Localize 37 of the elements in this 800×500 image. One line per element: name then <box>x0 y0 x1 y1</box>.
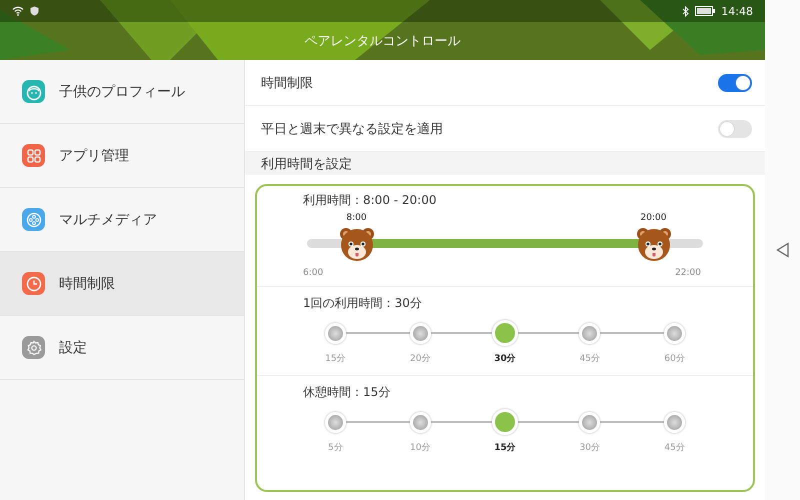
step-label: 10分 <box>410 442 430 454</box>
axis-label: 6:00 <box>303 268 324 278</box>
range-title: 利用時間：8:00 - 20:00 <box>303 192 438 209</box>
step-stop[interactable] <box>492 320 518 346</box>
step-label: 15分 <box>325 352 346 365</box>
axis-label: 22:00 <box>675 268 701 278</box>
bear-slider-handle[interactable] <box>338 225 376 263</box>
toggle-switch[interactable] <box>718 120 752 138</box>
thumb-value: 20:00 <box>640 213 666 223</box>
battery-icon <box>695 6 716 16</box>
sidebar-item[interactable]: 設定 <box>0 316 244 380</box>
step-label: 20分 <box>410 352 430 365</box>
toggle-switch[interactable] <box>718 74 752 92</box>
sidebar-item[interactable]: アプリ管理 <box>0 124 244 188</box>
slider-title: 1回の利用時間：30分 <box>303 295 423 312</box>
sidebar-item[interactable]: 時間制限 <box>0 252 244 316</box>
step-label: 30分 <box>580 442 600 454</box>
back-icon[interactable] <box>776 242 790 258</box>
step-label: 5分 <box>328 442 343 454</box>
thumb-value: 8:00 <box>346 213 367 223</box>
shield-icon <box>30 6 39 16</box>
setting-label: 時間制限 <box>261 74 313 92</box>
step-label: 60分 <box>664 352 685 365</box>
step-label: 15分 <box>494 442 516 454</box>
step-label: 45分 <box>580 352 600 365</box>
wifi-icon <box>12 6 24 16</box>
section-title: 利用時間を設定 <box>261 156 352 172</box>
bear-slider-handle[interactable] <box>634 225 672 263</box>
status-time: 14:48 <box>721 4 753 18</box>
sidebar-item[interactable]: 子供のプロフィール <box>0 60 244 124</box>
page-title: ペアレンタルコントロール <box>304 33 460 50</box>
step-stop[interactable] <box>492 409 518 435</box>
setting-label: 平日と週末で異なる設定を適用 <box>261 120 443 138</box>
slider-title: 休憩時間：15分 <box>303 384 392 401</box>
bluetooth-icon <box>682 6 690 16</box>
step-label: 30分 <box>494 352 516 365</box>
step-label: 45分 <box>664 442 685 454</box>
